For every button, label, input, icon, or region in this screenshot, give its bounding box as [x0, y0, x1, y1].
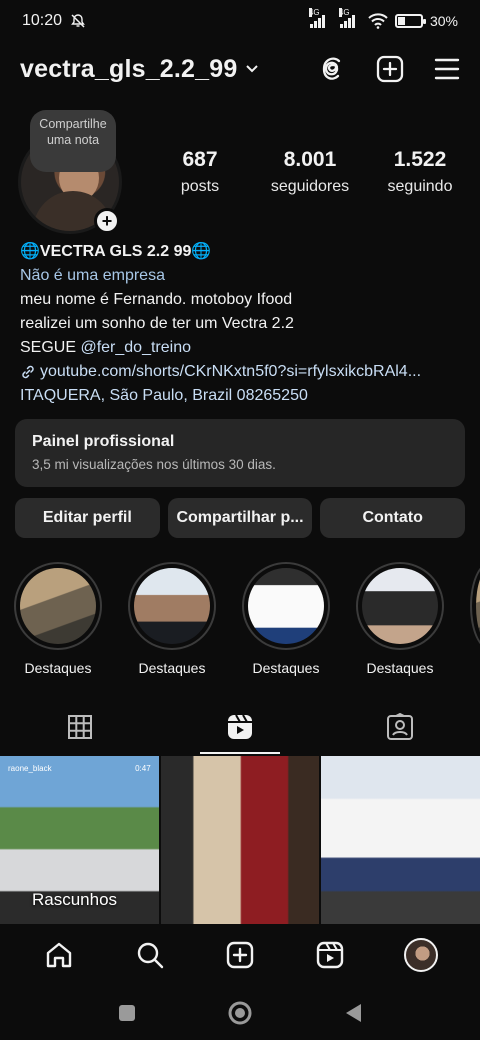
back-icon[interactable]: [343, 1002, 363, 1024]
reel-tag: raone_black: [8, 764, 52, 773]
panel-subtitle: 3,5 mi visualizações nos últimos 30 dias…: [32, 457, 276, 472]
highlight-item[interactable]: Destaques: [356, 562, 444, 676]
profile-header: vectra_gls_2.2_99: [0, 46, 480, 92]
profile-bio: 🌐VECTRA GLS 2.2 99🌐 Não é uma empresa me…: [20, 240, 470, 408]
profile-stats: 687 posts 8.001 seguidores 1.522 seguind…: [150, 148, 470, 196]
nav-profile[interactable]: [397, 931, 445, 979]
followers-count[interactable]: 8.001 seguidores: [260, 148, 360, 196]
reel-duration: 0:47: [135, 764, 151, 773]
tagged-icon: [387, 713, 413, 740]
display-name: 🌐VECTRA GLS 2.2 99🌐: [20, 243, 212, 260]
bio-line: meu nome é Fernando. motoboy Ifood: [20, 291, 293, 308]
nav-search[interactable]: [126, 931, 174, 979]
tab-tagged[interactable]: [320, 700, 480, 754]
highlight-cover: [248, 568, 324, 644]
muted-bell-icon: [71, 14, 85, 28]
professional-dashboard[interactable]: Painel profissional 3,5 mi visualizações…: [15, 419, 465, 487]
threads-icon[interactable]: [318, 55, 346, 83]
home-button-icon[interactable]: [227, 1000, 253, 1026]
recents-icon[interactable]: [117, 1003, 137, 1023]
clock: 10:20: [22, 12, 63, 29]
battery-icon: [394, 14, 426, 28]
profile-actions: Editar perfil Compartilhar p... Contato: [15, 498, 466, 538]
following-count[interactable]: 1.522 seguindo: [370, 148, 470, 196]
address-link[interactable]: ITAQUERA, São Paulo, Brazil 08265250: [20, 384, 470, 408]
bio-link[interactable]: youtube.com/shorts/CKrNKxtn5f0?si=rfylsx…: [20, 360, 470, 384]
tab-grid[interactable]: [0, 700, 160, 754]
content-tabs: [0, 700, 480, 754]
reels-icon: [317, 941, 344, 969]
username-switcher[interactable]: vectra_gls_2.2_99: [20, 55, 237, 84]
create-post-icon[interactable]: [376, 55, 404, 83]
system-navigation: [0, 986, 480, 1040]
home-icon: [46, 942, 72, 968]
add-story-icon[interactable]: +: [94, 208, 120, 234]
tab-reels[interactable]: [160, 700, 320, 754]
battery-percent: 30%: [429, 13, 458, 29]
wifi-icon: [368, 13, 388, 29]
nav-home[interactable]: [35, 931, 83, 979]
reel-thumbnail[interactable]: [321, 756, 480, 924]
bio-line: realizei um sonho de ter um Vectra 2.2: [20, 315, 294, 332]
story-highlights: Destaques Destaques Destaques Destaques: [14, 562, 480, 676]
bottom-navigation: [0, 924, 480, 986]
reels-icon: [228, 714, 252, 739]
drafts-label: Rascunhos: [32, 890, 118, 909]
bio-line: SEGUE @fer_do_treino: [20, 339, 191, 356]
nav-reels[interactable]: [306, 931, 354, 979]
posts-count[interactable]: 687 posts: [150, 148, 250, 196]
highlight-item[interactable]: Destaques: [128, 562, 216, 676]
signal-icon: 4G: [338, 8, 355, 28]
signal-icon: 4G: [308, 8, 325, 28]
panel-title: Painel profissional: [32, 433, 175, 450]
grid-icon: [68, 715, 92, 739]
chevron-down-icon[interactable]: [245, 64, 259, 74]
reel-thumbnail[interactable]: [160, 756, 320, 924]
highlight-cover: [362, 568, 438, 644]
note-bubble[interactable]: Compartilhe uma nota: [30, 110, 116, 172]
nav-create[interactable]: [216, 931, 264, 979]
highlight-cover: [476, 568, 480, 644]
edit-profile-button[interactable]: Editar perfil: [15, 498, 160, 538]
menu-icon[interactable]: [434, 57, 460, 81]
highlight-cover: [20, 568, 96, 644]
reel-thumbnail[interactable]: raone_black 0:47 Rascunhos: [0, 756, 159, 924]
highlight-item[interactable]: [470, 562, 480, 676]
highlight-item[interactable]: Destaques: [242, 562, 330, 676]
category-label[interactable]: Não é uma empresa: [20, 264, 470, 288]
create-icon: [226, 941, 254, 969]
status-bar: 10:20 4G 4G 30%: [0, 0, 480, 42]
share-profile-button[interactable]: Compartilhar p...: [167, 498, 313, 538]
highlight-cover: [134, 568, 210, 644]
contact-button[interactable]: Contato: [320, 498, 466, 538]
link-icon: [22, 365, 34, 379]
search-icon: [137, 942, 163, 969]
profile-avatar-icon: [403, 938, 438, 972]
reels-grid: raone_black 0:47 Rascunhos: [0, 756, 480, 924]
mention-link[interactable]: @fer_do_treino: [80, 339, 191, 356]
highlight-item[interactable]: Destaques: [14, 562, 102, 676]
